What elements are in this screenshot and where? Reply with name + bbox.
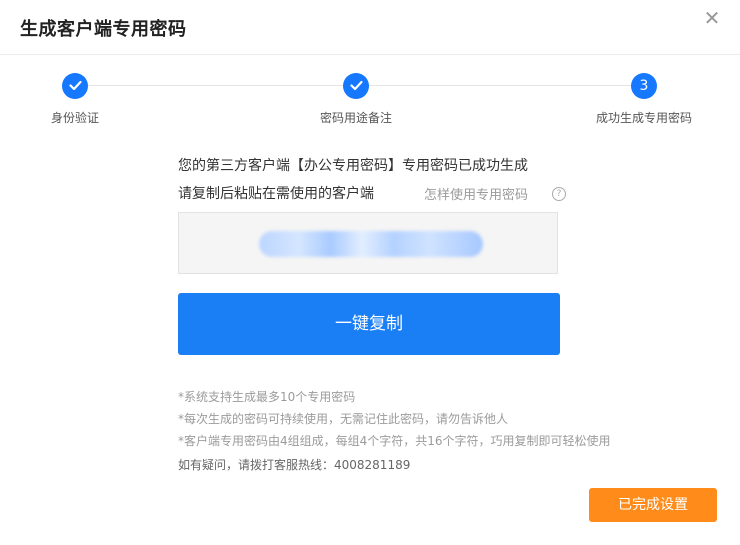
step-1-label: 身份验证	[50, 111, 99, 125]
step-2-label: 密码用途备注	[319, 111, 392, 125]
password-display-box	[178, 212, 558, 274]
step-1-check-icon	[62, 73, 88, 99]
step-connector	[88, 85, 343, 86]
help-link[interactable]: 怎样使用专用密码	[424, 184, 528, 203]
dialog-header: 生成客户端专用密码 ✕	[0, 0, 740, 55]
close-icon[interactable]: ✕	[700, 6, 724, 30]
copy-instruction: 请复制后粘贴在需使用的客户端	[178, 186, 374, 202]
copy-button[interactable]: 一键复制	[178, 293, 560, 355]
note-item: *客户端专用密码由4组组成，每组4个字符，共16个字符，巧用复制即可轻松使用	[178, 434, 611, 448]
question-icon[interactable]: ?	[552, 187, 566, 201]
step-2-check-icon	[343, 73, 369, 99]
step-connector	[369, 85, 631, 86]
dialog-title: 生成客户端专用密码	[20, 19, 187, 40]
step-3-number: 3	[631, 73, 657, 99]
step-3-label: 成功生成专用密码	[595, 111, 692, 125]
note-item: *每次生成的密码可持续使用，无需记住此密码，请勿告诉他人	[178, 412, 509, 426]
note-item: *系统支持生成最多10个专用密码	[178, 390, 356, 404]
blurred-password	[259, 231, 483, 257]
done-button[interactable]: 已完成设置	[589, 488, 717, 522]
success-message: 您的第三方客户端【办公专用密码】专用密码已成功生成	[178, 158, 528, 174]
step-progress: 身份验证 密码用途备注 3 成功生成专用密码	[0, 68, 740, 138]
hotline-text: 如有疑问，请拨打客服热线：4008281189	[178, 458, 411, 472]
